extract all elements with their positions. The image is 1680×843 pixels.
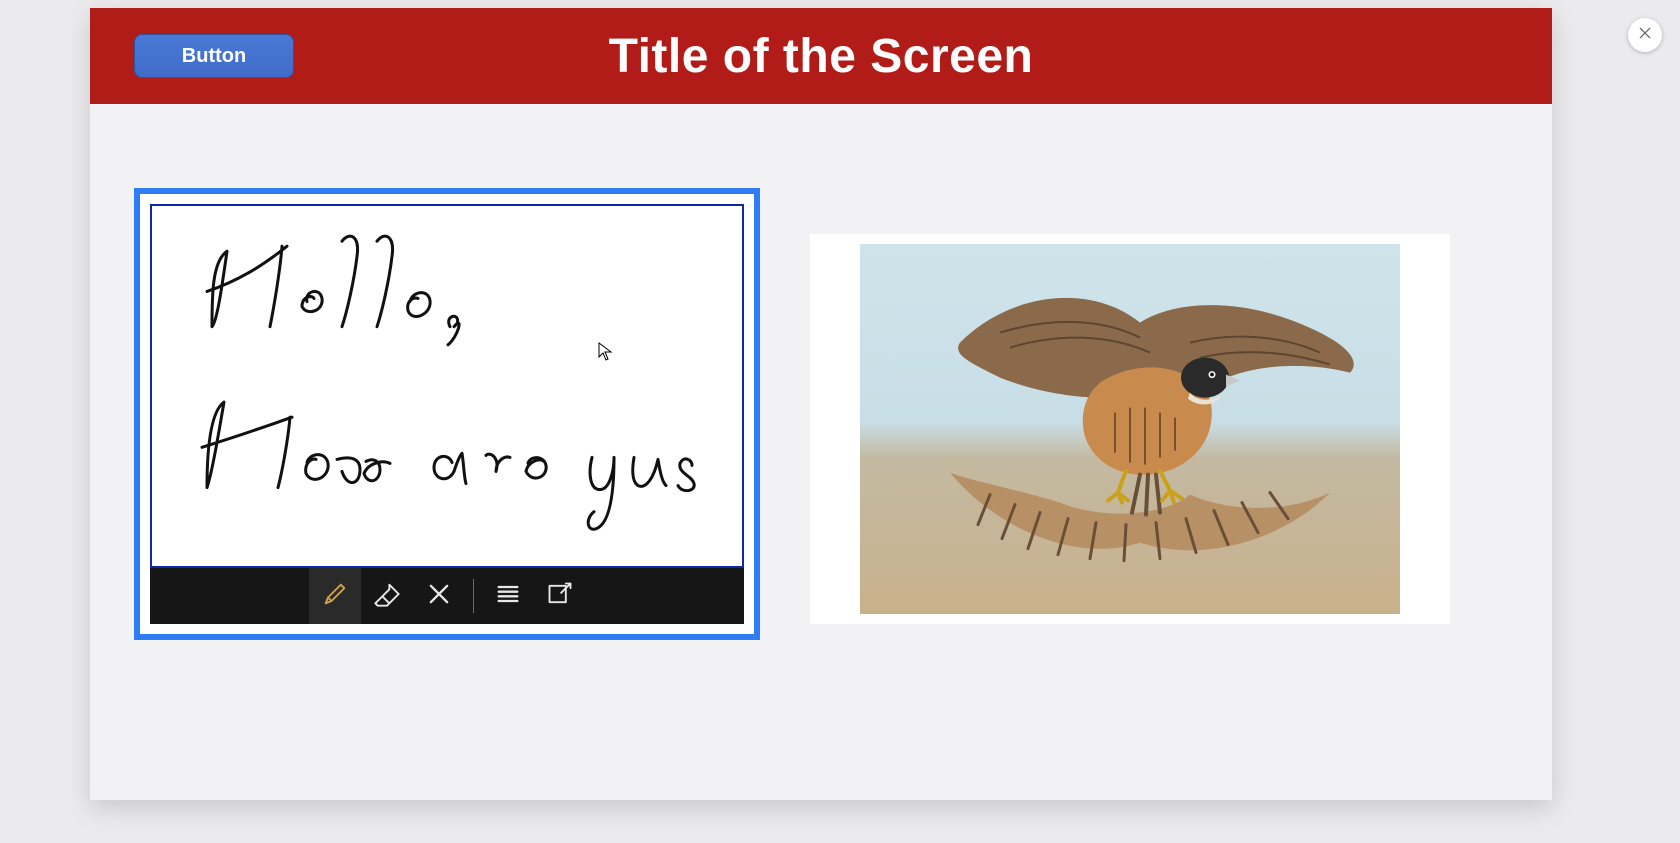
edit-icon (546, 580, 574, 613)
signature-canvas[interactable] (152, 206, 742, 568)
close-icon (1637, 25, 1653, 46)
falcon-illustration (890, 263, 1370, 583)
falcon-image (860, 244, 1400, 614)
toolbar-separator (473, 579, 474, 613)
clear-tool-button[interactable] (413, 568, 465, 624)
image-panel (810, 234, 1450, 624)
eraser-icon (373, 580, 401, 613)
header-button[interactable]: Button (134, 34, 294, 78)
page-title: Title of the Screen (609, 29, 1034, 84)
app-modal: Button Title of the Screen (90, 8, 1552, 800)
edit-text-button[interactable] (534, 568, 586, 624)
pen-tool-button[interactable] (309, 568, 361, 624)
eraser-tool-button[interactable] (361, 568, 413, 624)
content-area (90, 104, 1552, 800)
pen-icon (321, 580, 349, 613)
handwriting-svg (152, 206, 742, 568)
clear-icon (425, 580, 453, 613)
ruled-lines-button[interactable] (482, 568, 534, 624)
header-bar: Button Title of the Screen (90, 8, 1552, 104)
ink-toolbar (150, 568, 744, 624)
close-button[interactable] (1628, 18, 1662, 52)
lines-icon (494, 580, 522, 613)
signature-panel (134, 188, 760, 640)
